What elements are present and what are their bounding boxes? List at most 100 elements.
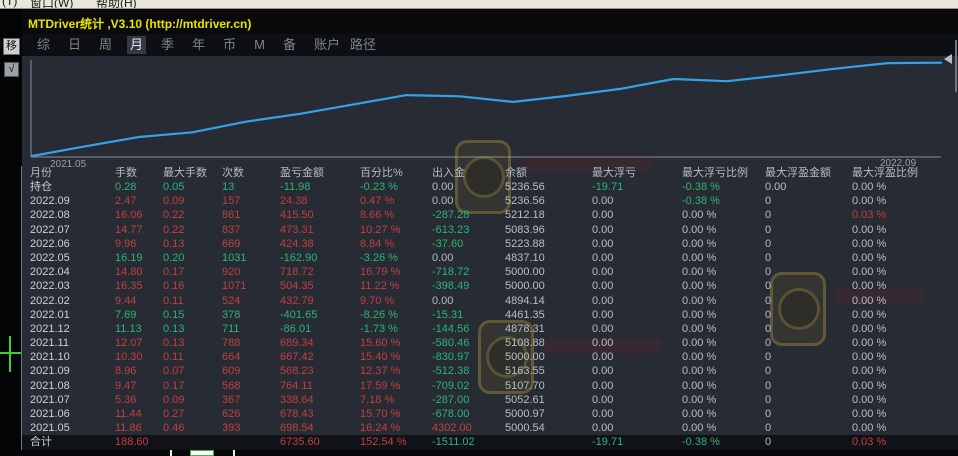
cell-value: 0.47 % <box>360 194 432 208</box>
cell-value: 0 <box>765 294 852 308</box>
cell-value: 0.28 <box>115 180 163 194</box>
main-content: 2021.05 2022.09 月份手数最大手数次数盈亏金额百分比%出入金余额最… <box>22 56 958 450</box>
cell-value: 14.77 <box>115 223 163 237</box>
toolbar-tab-周[interactable]: 周 <box>99 36 112 54</box>
cell-value: -19.71 <box>592 435 682 449</box>
cell-value: 152.54 % <box>360 435 432 449</box>
menu-item-help[interactable]: 帮助(H) <box>96 0 137 9</box>
cell-value: 5052.61 <box>505 393 592 407</box>
cell-value: -1.73 % <box>360 322 432 336</box>
cell-value: 5236.56 <box>505 194 592 208</box>
cell-value: 0.11 <box>163 294 222 308</box>
table-row[interactable]: 2021.1112.070.13788689.3415.60 %-580.465… <box>22 336 958 350</box>
column-header: 最大浮亏 <box>592 166 682 180</box>
chart-end-marker-icon <box>944 54 952 64</box>
table-row[interactable]: 2022.017.690.15378-401.65-8.26 %-15.3144… <box>22 308 958 322</box>
toolbar-tab-币[interactable]: 币 <box>223 36 236 54</box>
row-month-label: 2021.07 <box>30 393 115 407</box>
cell-value: 0.03 % <box>852 208 958 222</box>
row-month-label: 2022.01 <box>30 308 115 322</box>
table-total-row[interactable]: 合计188.606735.60152.54 %-1511.02-19.71-0.… <box>22 435 958 449</box>
toolbar-tab-备[interactable]: 备 <box>283 36 296 54</box>
table-row[interactable]: 2021.075.360.09367338.647.18 %-287.00505… <box>22 393 958 407</box>
table-row[interactable]: 2022.029.440.11524432.799.70 %0.004894.1… <box>22 294 958 308</box>
cell-value: 0.00 % <box>682 208 765 222</box>
table-row[interactable]: 2021.089.470.17568764.1117.59 %-709.0251… <box>22 379 958 393</box>
cell-value <box>163 435 222 449</box>
cell-value: 0.00 <box>592 350 682 364</box>
menu-item-window[interactable]: 窗口(W) <box>30 0 73 9</box>
cell-value: -162.90 <box>280 251 360 265</box>
row-month-label: 2022.09 <box>30 194 115 208</box>
cell-value: 764.11 <box>280 379 360 393</box>
table-row[interactable]: 2021.1010.300.11664667.4215.40 %-830.975… <box>22 350 958 364</box>
table-row[interactable]: 2021.1211.130.13711-86.01-1.73 %-144.564… <box>22 322 958 336</box>
table-row[interactable]: 2022.0316.350.161071504.3511.22 %-398.49… <box>22 279 958 293</box>
toolbar-tab-综[interactable]: 综 <box>37 36 50 54</box>
cell-value: 17.59 % <box>360 379 432 393</box>
toolbar-tab-日[interactable]: 日 <box>68 36 81 54</box>
cell-value: 15.40 % <box>360 350 432 364</box>
cell-value: 9.47 <box>115 379 163 393</box>
cell-value: 5000.97 <box>505 407 592 421</box>
cell-value: -0.38 % <box>682 194 765 208</box>
cell-value: 0.00 <box>765 180 852 194</box>
toolbar-tab-年[interactable]: 年 <box>192 36 205 54</box>
cell-value: 0.46 <box>163 421 222 435</box>
cell-value: 0.00 <box>432 251 505 265</box>
toolbar-tab-季[interactable]: 季 <box>161 36 174 54</box>
cell-value: 0 <box>765 208 852 222</box>
table-row[interactable]: 2022.0714.770.22837473.3110.27 %-613.235… <box>22 223 958 237</box>
cell-value: 0.00 <box>592 379 682 393</box>
window-title: MTDriver统计 ,V3.10 (http://mtdriver.cn) <box>28 15 251 32</box>
cell-value: 0.00 % <box>682 237 765 251</box>
cell-value: -401.65 <box>280 308 360 322</box>
cell-value: 5212.18 <box>505 208 592 222</box>
toolbar-tab-M[interactable]: M <box>254 36 265 54</box>
cell-value: 698.54 <box>280 421 360 435</box>
bottom-selection-handle[interactable] <box>190 450 214 456</box>
toolbar-tab-账户[interactable]: 账户 <box>314 36 340 54</box>
cell-value: 0.00 <box>592 208 682 222</box>
cell-value: 0.00 <box>592 294 682 308</box>
cell-value: 0.00 % <box>852 421 958 435</box>
cell-value: -398.49 <box>432 279 505 293</box>
cell-value: 16.19 <box>115 251 163 265</box>
check-tool-button[interactable]: √ <box>4 62 19 77</box>
table-row[interactable]: 2021.098.960.07609568.2312.37 %-512.3851… <box>22 364 958 378</box>
path-button[interactable]: 路径 <box>350 36 376 54</box>
monthly-stats-table: 月份手数最大手数次数盈亏金额百分比%出入金余额最大浮亏最大浮亏比例最大浮盈金额最… <box>22 166 958 456</box>
cell-value: 5000.00 <box>505 350 592 364</box>
cell-value: -512.38 <box>432 364 505 378</box>
cell-value: 678.43 <box>280 407 360 421</box>
row-month-label: 2021.09 <box>30 364 115 378</box>
cell-value: 0.09 <box>163 393 222 407</box>
cell-value: 0.00 <box>592 223 682 237</box>
cell-value: 0.00 % <box>852 237 958 251</box>
cell-value: 5000.54 <box>505 421 592 435</box>
table-row[interactable]: 2022.0414.800.17920718.7216.79 %-718.725… <box>22 265 958 279</box>
cell-value: 0.00 <box>592 322 682 336</box>
table-row[interactable]: 2022.069.960.13669424.388.84 %-37.605223… <box>22 237 958 251</box>
cell-value: 0.11 <box>163 350 222 364</box>
period-toolbar: 综日周月季年币M备账户 路径 <box>22 34 958 56</box>
cell-value: 0 <box>765 308 852 322</box>
cell-value: 12.37 % <box>360 364 432 378</box>
cell-value: 4461.35 <box>505 308 592 322</box>
table-row[interactable]: 2022.0516.190.201031-162.90-3.26 %0.0048… <box>22 251 958 265</box>
table-row[interactable]: 2021.0611.440.27626678.4315.70 %-678.005… <box>22 407 958 421</box>
cell-value: 0.00 % <box>852 322 958 336</box>
cell-value: -19.71 <box>592 180 682 194</box>
table-row[interactable]: 2021.0511.860.46393698.5416.24 %4302.005… <box>22 421 958 435</box>
table-row[interactable]: 持仓0.280.0513-11.98-0.23 %0.005236.56-19.… <box>22 180 958 194</box>
move-tool-button[interactable]: 移 <box>3 38 20 55</box>
cell-value: 0.03 % <box>852 435 958 449</box>
cell-value: 0.22 <box>163 208 222 222</box>
toolbar-tab-月[interactable]: 月 <box>127 36 146 54</box>
table-row[interactable]: 2022.0816.060.22861415.508.66 %-287.2852… <box>22 208 958 222</box>
cell-value: 0 <box>765 364 852 378</box>
cell-value: -287.28 <box>432 208 505 222</box>
cell-value: 24.38 <box>280 194 360 208</box>
table-row[interactable]: 2022.092.470.0915724.380.47 %0.005236.56… <box>22 194 958 208</box>
cell-value: 0.00 % <box>852 265 958 279</box>
